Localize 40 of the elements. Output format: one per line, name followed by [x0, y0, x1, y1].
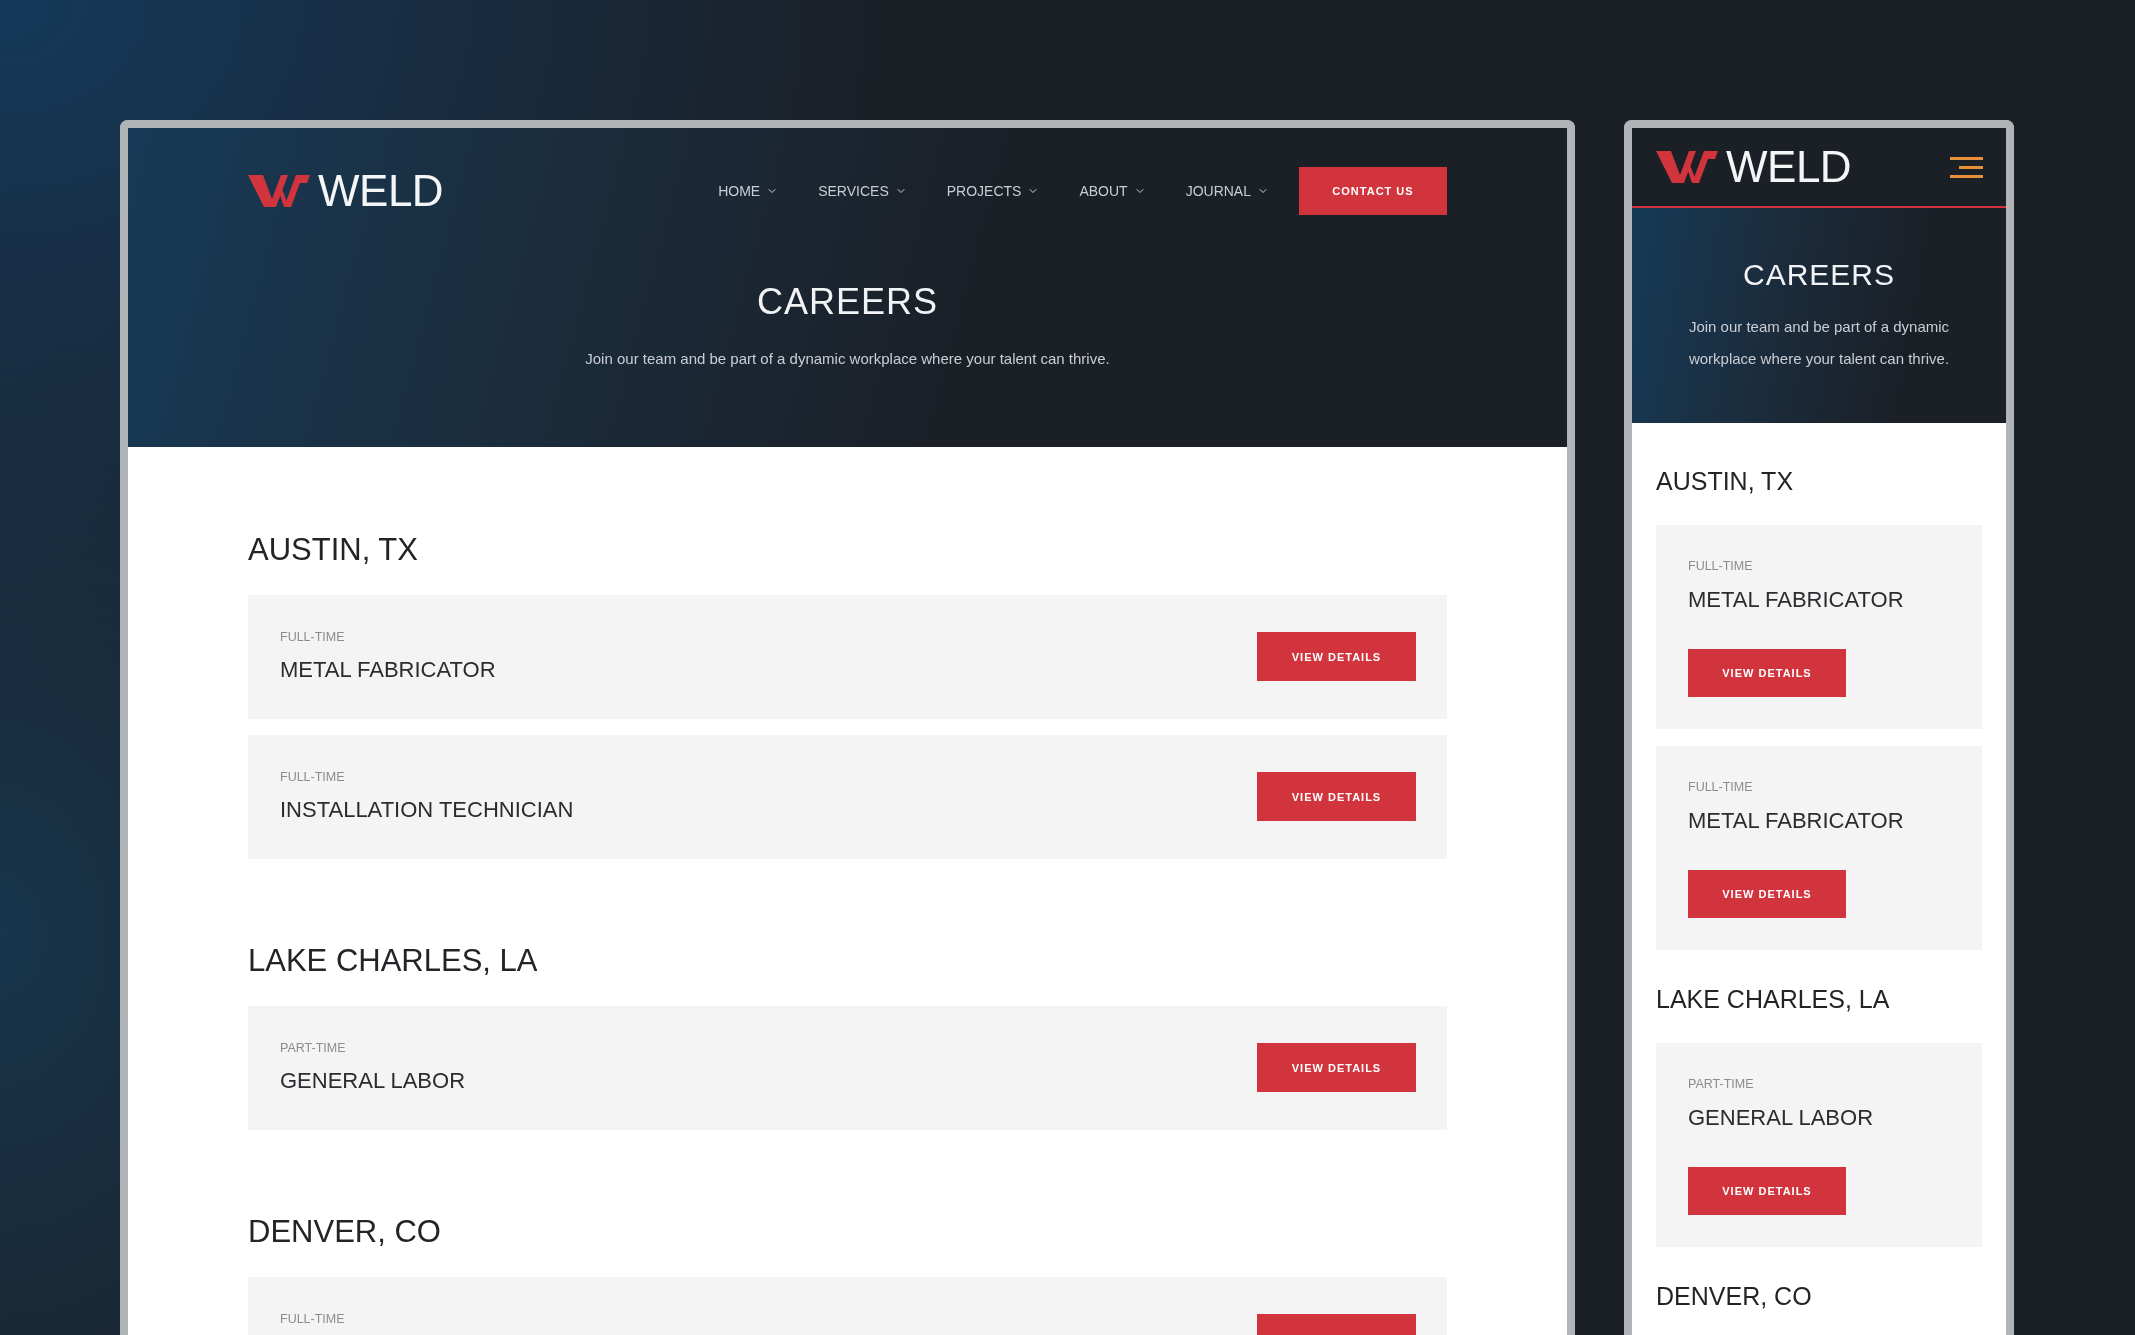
job-title: GENERAL LABOR [280, 1067, 466, 1095]
view-details-button[interactable]: VIEW DETAILS [1688, 649, 1846, 697]
nav-link[interactable]: JOURNAL [1185, 182, 1269, 200]
location-heading: LAKE CHARLES, LA [1656, 984, 1891, 1015]
nav-link[interactable]: ABOUT [1079, 182, 1146, 200]
employment-type: FULL-TIME [280, 629, 346, 645]
view-details-button[interactable]: VIEW DETAILS [1688, 1167, 1846, 1215]
job-title: METAL FABRICATOR [1688, 586, 1904, 614]
page-title: CAREERS [756, 280, 938, 324]
job-title: INSTALLATION TECHNICIAN [280, 796, 574, 824]
location-heading: LAKE CHARLES, LA [248, 942, 539, 980]
brand-name: WELD [318, 169, 444, 213]
employment-type: FULL-TIME [1688, 779, 1754, 795]
employment-type: FULL-TIME [280, 1311, 345, 1327]
location-heading: DENVER, CO [1656, 1281, 1813, 1312]
location-heading: DENVER, CO [248, 1213, 442, 1251]
employment-type: FULL-TIME [1688, 558, 1754, 574]
location-heading: AUSTIN, TX [1656, 466, 1795, 497]
view-details-button[interactable]: VIEW DETAILS [1257, 1043, 1416, 1092]
employment-type: PART-TIME [280, 1040, 347, 1056]
employment-type: FULL-TIME [280, 769, 346, 785]
nav-link[interactable]: HOME [718, 182, 779, 200]
view-details-button[interactable]: VIEW DETAILS [1688, 870, 1846, 918]
nav-link[interactable]: PROJECTS [946, 182, 1040, 200]
logo-icon [1656, 151, 1718, 183]
employment-type: PART-TIME [1688, 1076, 1755, 1092]
view-details-button[interactable]: VIEW DETAILS [1257, 632, 1416, 681]
job-title: METAL FABRICATOR [1688, 807, 1904, 835]
brand-name: WELD [1726, 145, 1852, 189]
page-title: CAREERS [1742, 257, 1895, 293]
nav-link[interactable]: SERVICES [818, 182, 907, 200]
location-heading: AUSTIN, TX [248, 531, 419, 569]
page-subtitle: Join our team and be part of a dynamic workplace where your talent can thrive. [585, 349, 1110, 369]
menu-icon[interactable] [1950, 156, 1983, 178]
view-details-button[interactable]: VIEW DETAILS [1257, 772, 1416, 821]
logo-icon [248, 175, 310, 207]
page-subtitle: Join our team and be part of a dynamic workplace where your talent can thrive. [1687, 317, 1951, 369]
contact-button[interactable]: CONTACT US [1299, 167, 1447, 215]
job-title: GENERAL LABOR [1688, 1104, 1874, 1132]
job-title: METAL FABRICATOR [280, 656, 496, 684]
